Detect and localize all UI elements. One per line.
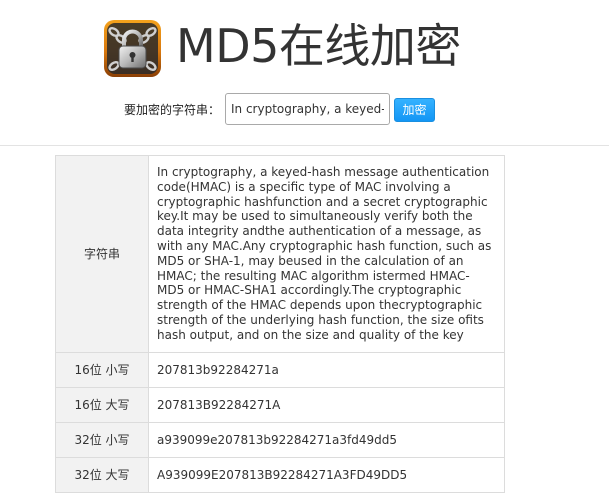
row-label: 32位 大写 bbox=[55, 456, 149, 493]
row-label: 32位 小写 bbox=[55, 421, 149, 458]
result-table: 字符串 In cryptography, a keyed-hash messag… bbox=[55, 155, 505, 493]
row-label: 16位 小写 bbox=[55, 351, 149, 388]
row-label: 16位 大写 bbox=[55, 386, 149, 423]
md5-32-upper-value: A939099E207813B92284271A3FD49DD5 bbox=[148, 456, 505, 493]
original-string-value: In cryptography, a keyed-hash message au… bbox=[148, 155, 505, 353]
table-row: 32位 小写 a939099e207813b92284271a3fd49dd5 bbox=[55, 421, 505, 458]
md5-32-lower-value: a939099e207813b92284271a3fd49dd5 bbox=[148, 421, 505, 458]
page-title: MD5在线加密 bbox=[176, 19, 461, 73]
md5-16-upper-value: 207813B92284271A bbox=[148, 386, 505, 423]
table-row: 16位 大写 207813B92284271A bbox=[55, 386, 505, 423]
row-label: 字符串 bbox=[55, 155, 149, 353]
table-row: 32位 大写 A939099E207813B92284271A3FD49DD5 bbox=[55, 456, 505, 493]
table-row: 字符串 In cryptography, a keyed-hash messag… bbox=[55, 155, 505, 353]
encrypt-button[interactable]: 加密 bbox=[394, 98, 435, 122]
page-header: MD5在线加密 要加密的字符串： 加密 bbox=[0, 0, 609, 145]
text-to-encrypt-input[interactable] bbox=[225, 93, 390, 125]
md5-16-lower-value: 207813b92284271a bbox=[148, 351, 505, 388]
padlock-chains-icon bbox=[104, 20, 161, 77]
header-divider bbox=[0, 145, 609, 146]
table-row: 16位 小写 207813b92284271a bbox=[55, 351, 505, 388]
input-label: 要加密的字符串： bbox=[124, 103, 221, 117]
